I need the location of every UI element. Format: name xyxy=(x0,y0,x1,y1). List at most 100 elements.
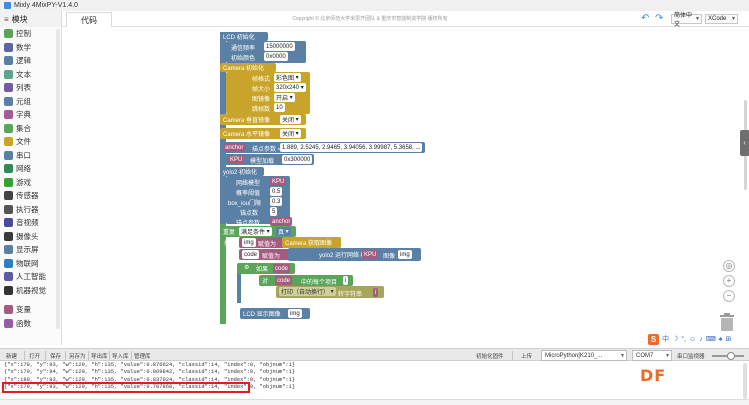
yolo-init-block[interactable]: yolo2 初始化 xyxy=(220,167,264,176)
port-select[interactable]: COM7 ▼ xyxy=(632,350,672,361)
cam-size-select[interactable]: 320x240 ▾ xyxy=(274,83,306,92)
save-button[interactable]: 保存 xyxy=(50,351,61,360)
sidebar-item-label: 机器视觉 xyxy=(16,285,46,295)
board-select[interactable]: MicroPython[K210_... ▼ xyxy=(541,350,627,361)
init-firmware-button[interactable]: 初始化固件 xyxy=(476,351,504,360)
lcd-color-field[interactable]: 0x0000 xyxy=(264,52,288,61)
chevron-down-icon: ▼ xyxy=(665,352,670,359)
sidebar-item-network[interactable]: 网络 xyxy=(0,162,61,176)
print-item-variable[interactable]: i xyxy=(373,288,379,297)
sidebar-item-set[interactable]: 集合 xyxy=(0,122,61,136)
redo-icon[interactable]: ↷ xyxy=(655,13,663,24)
lcd-init-block[interactable]: LCD 初始化 xyxy=(220,32,268,41)
anchor-num-field[interactable]: 5 xyxy=(270,207,278,216)
repeat-condition-select[interactable]: 满足条件 ▾ xyxy=(239,227,272,236)
upload-button[interactable]: 上传 xyxy=(521,351,532,360)
prob-field[interactable]: 0.5 xyxy=(270,187,283,196)
cam-format-label: 帧格式 xyxy=(252,77,271,83)
cam-skip-label: 跳帧数 xyxy=(252,107,271,113)
open-button[interactable]: 打开 xyxy=(29,351,40,360)
sidebar-item-iot[interactable]: 物联网 xyxy=(0,257,61,271)
sidebar-item-camera[interactable]: 摄像头 xyxy=(0,230,61,244)
menu-icon: ≡ xyxy=(4,14,9,24)
sidebar-item-list[interactable]: 列表 xyxy=(0,81,61,95)
cam-format-select[interactable]: 彩色图 ▾ xyxy=(274,73,301,82)
img-variable[interactable]: img xyxy=(242,238,256,247)
sidebar-item-vision[interactable]: 机器视觉 xyxy=(0,284,61,298)
trash-icon[interactable] xyxy=(718,312,736,332)
sidebar-scrollbar[interactable] xyxy=(56,29,60,329)
sidebar-item-file[interactable]: 文件 xyxy=(0,135,61,149)
sidebar-item-function[interactable]: 函数 xyxy=(0,317,61,331)
output-scrollbar[interactable] xyxy=(743,363,747,399)
import-lib-button[interactable]: 导入库 xyxy=(112,351,129,360)
anchor-values-field[interactable]: 1.889, 2.5245, 2.9465, 3.94056, 3.99987,… xyxy=(280,143,423,152)
cam-hmirror-select[interactable]: 关闭 ▾ xyxy=(280,129,301,138)
box-iou-field[interactable]: 0.3 xyxy=(270,197,283,206)
zoom-out-icon[interactable]: − xyxy=(723,290,735,302)
camera-init-block[interactable]: Camera 初始化 xyxy=(220,63,276,72)
font-size-slider-knob[interactable] xyxy=(727,352,735,360)
yolo-model-variable[interactable]: KPU xyxy=(362,250,379,259)
manage-lib-button[interactable]: 管理库 xyxy=(134,351,151,360)
sidebar-item-text[interactable]: 文本 xyxy=(0,68,61,82)
sidebar-item-math[interactable]: 数学 xyxy=(0,41,61,55)
cam-skip-field[interactable]: 10 xyxy=(274,103,285,112)
camera-snapshot-block[interactable]: Camera 获取图像 xyxy=(282,237,341,248)
list-icon xyxy=(4,83,13,93)
sidebar-item-ai[interactable]: 人工智能 xyxy=(0,270,61,284)
language-select[interactable]: 简体中文 ▼ xyxy=(671,13,702,28)
sidebar-item-display[interactable]: 显示屏 xyxy=(0,243,61,257)
sidebar-item-label: 函数 xyxy=(16,318,31,328)
repeat-true-select[interactable]: 真 ▾ xyxy=(276,227,291,236)
sidebar-item-label: 控制 xyxy=(16,29,31,39)
zoom-reset-icon[interactable]: ◎ xyxy=(723,260,735,272)
sidebar-item-sensor[interactable]: 传感器 xyxy=(0,189,61,203)
sidebar-item-dict[interactable]: 字典 xyxy=(0,108,61,122)
new-button[interactable]: 新建 xyxy=(6,351,17,360)
export-lib-button[interactable]: 导出库 xyxy=(91,351,108,360)
sidebar-item-game[interactable]: 游戏 xyxy=(0,176,61,190)
settings-gear-icon[interactable]: ⚙ xyxy=(244,264,249,271)
serial-monitor-button[interactable]: 串口监视器 xyxy=(677,351,705,360)
cam-flip-select[interactable]: 开启 ▾ xyxy=(274,93,295,102)
undo-icon[interactable]: ↶ xyxy=(641,13,649,24)
yolo-img-variable[interactable]: img xyxy=(398,250,412,259)
kpu-variable[interactable]: KPU xyxy=(228,155,245,164)
sidebar-item-actuator[interactable]: 执行器 xyxy=(0,203,61,217)
dict-icon xyxy=(4,110,13,120)
save-as-button[interactable]: 另存为 xyxy=(69,351,86,360)
sidebar-item-media[interactable]: 音视频 xyxy=(0,216,61,230)
zoom-in-icon[interactable]: + xyxy=(723,275,735,287)
lcd-img-variable[interactable]: img xyxy=(288,309,302,318)
sidebar-item-label: 文本 xyxy=(16,69,31,79)
anchor-param-variable[interactable]: anchor xyxy=(270,217,293,226)
sidebar-item-label: 字典 xyxy=(16,110,31,120)
code-variable[interactable]: code xyxy=(242,250,260,259)
anchor-variable[interactable]: anchor xyxy=(223,143,246,152)
for-item-variable[interactable]: i xyxy=(343,276,349,285)
code-tab[interactable]: 代码 xyxy=(66,12,112,27)
if-code-variable[interactable]: code xyxy=(273,264,291,273)
toolbar-divider xyxy=(24,351,25,360)
sidebar-item-logic[interactable]: 逻辑 xyxy=(0,54,61,68)
sidebar-item-variable[interactable]: 变量 xyxy=(0,303,61,317)
categories-title-label: 模块 xyxy=(11,14,28,24)
block-workspace[interactable]: LCD 初始化 通信频率 15000000 初始颜色 0x0000 Camera… xyxy=(62,27,749,345)
for-label: 对 xyxy=(262,279,269,285)
print-mode-select[interactable]: 打印（自动换行） ▾ xyxy=(279,287,336,296)
sidebar-item-tuple[interactable]: 元组 xyxy=(0,95,61,109)
sidebar-item-serial[interactable]: 串口 xyxy=(0,149,61,163)
sidebar-item-label: 元组 xyxy=(16,96,31,106)
camera-icon xyxy=(4,231,13,241)
kpu-address-field[interactable]: 0x300000 xyxy=(282,155,313,164)
collapse-arrow-icon[interactable]: ‹ xyxy=(740,130,749,156)
theme-select[interactable]: XCode ▼ xyxy=(705,14,738,24)
ime-mode-label[interactable]: 中 xyxy=(662,334,669,344)
sidebar-item-control[interactable]: 控制 xyxy=(0,27,61,41)
for-code-variable[interactable]: code xyxy=(275,276,293,285)
anchor-equals-label: 描点参数 = xyxy=(252,147,282,153)
cam-vflip-select[interactable]: 关闭 ▾ xyxy=(280,115,301,124)
lcd-freq-field[interactable]: 15000000 xyxy=(264,42,295,51)
net-model-variable[interactable]: KPU xyxy=(270,177,287,186)
